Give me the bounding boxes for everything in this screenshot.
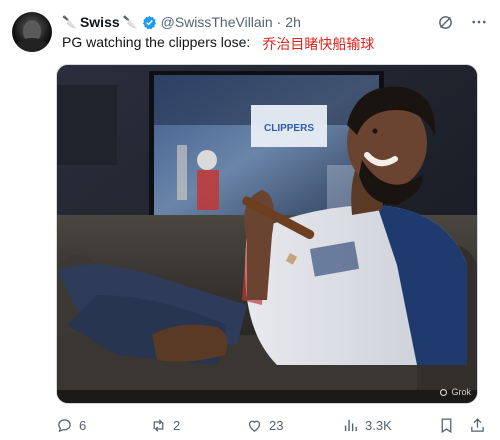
media-watermark: Grok — [439, 387, 471, 397]
reply-icon — [58, 418, 71, 432]
separator-dot: · — [276, 14, 282, 30]
retweet-button[interactable]: 2 — [150, 417, 246, 434]
name-decoration: 🔪 — [62, 15, 77, 29]
tweet-media-image[interactable]: CLIPPERS Grok — [56, 64, 478, 404]
tweet-text-chinese-annotation: 乔治目睹快船输球 — [262, 36, 375, 52]
retweet-count: 2 — [173, 417, 181, 433]
timestamp[interactable]: 2h — [285, 14, 301, 30]
display-name[interactable]: 🔪 Swiss 🔪 — [62, 14, 138, 30]
tv-scoreboard-text: CLIPPERS — [264, 123, 314, 134]
media-watermark-text: Grok — [451, 387, 471, 397]
bookmark-button[interactable] — [438, 417, 455, 434]
views-count: 3.3K — [365, 417, 392, 433]
reply-count: 6 — [79, 417, 87, 433]
tweet-text: PG watching the clippers lose: 乔治目睹快船输球 — [62, 34, 374, 54]
views-button[interactable]: 3.3K — [342, 417, 436, 434]
handle[interactable]: @SwissTheVillain — [161, 14, 273, 30]
tweet-text-english: PG watching the clippers lose: — [62, 34, 251, 50]
views-bar-chart-icon — [344, 419, 357, 431]
like-button[interactable]: 23 — [246, 417, 342, 434]
heart-icon — [248, 420, 261, 432]
tweet-header: 🔪 Swiss 🔪 @SwissTheVillain · 2h — [62, 12, 488, 32]
tweet: 🔪 Swiss 🔪 @SwissTheVillain · 2h PG watch… — [0, 0, 500, 440]
like-count: 23 — [269, 417, 284, 433]
more-options-icon[interactable] — [470, 13, 488, 31]
display-name-text: Swiss — [79, 14, 120, 30]
share-icon — [471, 417, 484, 432]
share-button[interactable] — [469, 417, 486, 434]
avatar[interactable] — [12, 12, 52, 52]
tweet-actions: 6 2 23 3.3K — [56, 415, 486, 435]
reply-button[interactable]: 6 — [56, 417, 150, 434]
verified-badge-icon — [142, 15, 156, 29]
bookmark-icon — [441, 417, 452, 433]
retweet-icon — [153, 418, 164, 432]
name-decoration-right: 🔪 — [122, 15, 138, 29]
grok-icon[interactable] — [436, 13, 454, 31]
